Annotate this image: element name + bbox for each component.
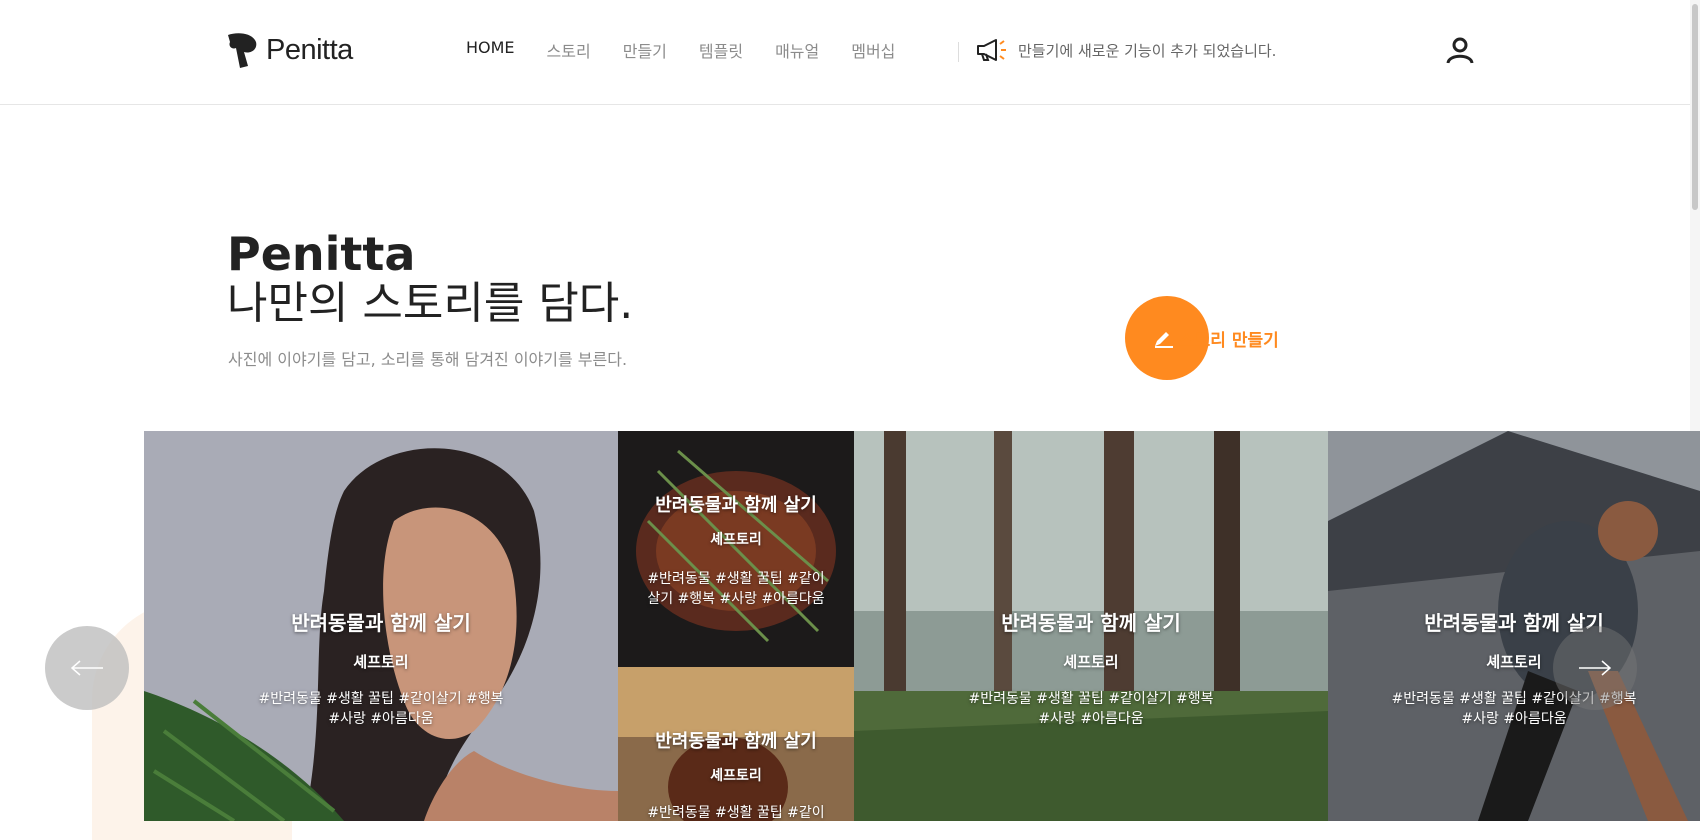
card-tags-line: #반려동물 #생활 꿀팁 #같이 xyxy=(647,571,825,587)
card-tags-line: #사랑 #아름다움 xyxy=(1038,711,1144,727)
penitta-logo-icon xyxy=(228,33,257,68)
story-card[interactable]: 반려동물과 함께 살기 셰프토리 #반려동물 #생활 꿀팁 #같이살기 #행복 … xyxy=(854,431,1328,821)
card-author: 셰프토리 xyxy=(1486,653,1542,671)
card-tags: #반려동물 #생활 꿀팁 #같이 xyxy=(618,803,854,821)
arrow-right-icon xyxy=(1579,660,1612,676)
notice-text: 만들기에 새로운 기능이 추가 되었습니다. xyxy=(1018,41,1277,60)
card-tags-line: 살기 #행복 #사랑 #아름다움 xyxy=(647,591,825,607)
story-card[interactable]: 반려동물과 함께 살기 셰프토리 #반려동물 #생활 꿀팁 #같이 xyxy=(618,667,854,821)
notice-banner[interactable]: 만들기에 새로운 기능이 추가 되었습니다. xyxy=(976,38,1276,62)
pencil-icon xyxy=(1155,331,1173,348)
next-slide-button[interactable] xyxy=(1553,626,1637,710)
main-nav: HOME 스토리 만들기 템플릿 매뉴얼 멤버십 xyxy=(466,38,895,62)
card-tags-line: #반려동물 #생활 꿀팁 #같이살기 #행복 xyxy=(1391,691,1637,707)
card-title: 반려동물과 함께 살기 xyxy=(655,495,817,516)
card-title: 반려동물과 함께 살기 xyxy=(1001,611,1181,635)
nav-home[interactable]: HOME xyxy=(466,38,515,62)
card-tags-line: #반려동물 #생활 꿀팁 #같이 xyxy=(647,805,825,821)
nav-create[interactable]: 만들기 xyxy=(623,38,667,62)
card-tags-line: #반려동물 #생활 꿀팁 #같이살기 #행복 xyxy=(968,691,1214,707)
card-author: 셰프토리 xyxy=(710,768,762,784)
card-tags: #반려동물 #생활 꿀팁 #같이살기 #행복 #사랑 #아름다움 xyxy=(144,689,618,729)
story-card[interactable]: 반려동물과 함께 살기 셰프토리 #반려동물 #생활 꿀팁 #같이살기 #행복 … xyxy=(1328,431,1700,821)
card-tags: #반려동물 #생활 꿀팁 #같이살기 #행복 #사랑 #아름다움 xyxy=(854,689,1328,729)
arrow-left-icon xyxy=(70,660,103,676)
nav-divider xyxy=(958,42,959,62)
scrollbar-thumb[interactable] xyxy=(1692,4,1698,210)
story-card[interactable]: 반려동물과 함께 살기 셰프토리 #반려동물 #생활 꿀팁 #같이살기 #행복 … xyxy=(144,431,618,821)
brand-name: Penitta xyxy=(266,33,353,66)
card-tags: #반려동물 #생활 꿀팁 #같이살기 #행복 #사랑 #아름다움 xyxy=(1328,689,1700,729)
megaphone-icon xyxy=(977,39,1006,61)
card-author: 셰프토리 xyxy=(353,653,409,671)
nav-manual[interactable]: 매뉴얼 xyxy=(775,38,819,62)
prev-slide-button[interactable] xyxy=(45,626,129,710)
card-title: 반려동물과 함께 살기 xyxy=(291,611,471,635)
logo[interactable]: Penitta xyxy=(226,30,353,70)
card-tags: #반려동물 #생활 꿀팁 #같이 살기 #행복 #사랑 #아름다움 xyxy=(618,569,854,609)
nav-story[interactable]: 스토리 xyxy=(547,38,591,62)
user-icon[interactable] xyxy=(1446,36,1474,64)
create-story-label[interactable]: 스토리 만들기 xyxy=(1153,326,1279,351)
site-header: Penitta HOME 스토리 만들기 템플릿 매뉴얼 멤버십 만들기에 새로… xyxy=(0,0,1690,105)
hero-description: 사진에 이야기를 담고, 소리를 통해 담겨진 이야기를 부른다. xyxy=(228,350,628,369)
card-author: 셰프토리 xyxy=(1063,653,1119,671)
card-tags-line: #반려동물 #생활 꿀팁 #같이살기 #행복 xyxy=(258,691,504,707)
card-image xyxy=(618,431,854,667)
card-tags-line: #사랑 #아름다움 xyxy=(1461,711,1567,727)
card-title: 반려동물과 함께 살기 xyxy=(655,731,817,752)
story-card[interactable]: 반려동물과 함께 살기 셰프토리 #반려동물 #생활 꿀팁 #같이 살기 #행복… xyxy=(618,431,854,667)
card-tags-line: #사랑 #아름다움 xyxy=(328,711,434,727)
hero-subtitle: 나만의 스토리를 담다. xyxy=(227,278,634,329)
nav-membership[interactable]: 멤버십 xyxy=(851,38,895,62)
hero-title: Penitta xyxy=(227,227,416,281)
card-author: 셰프토리 xyxy=(710,532,762,548)
card-title: 반려동물과 함께 살기 xyxy=(1424,611,1604,635)
nav-template[interactable]: 템플릿 xyxy=(699,38,743,62)
cta-text: 스토리 만들기 xyxy=(1179,331,1279,351)
